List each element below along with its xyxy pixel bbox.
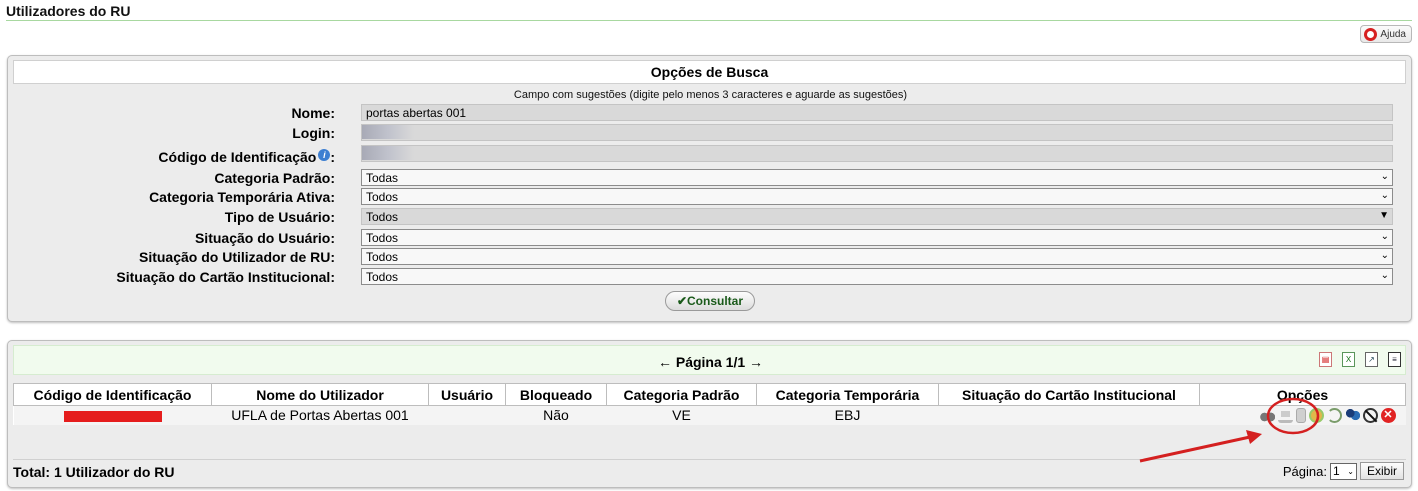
- check-icon: ✔: [676, 294, 688, 308]
- no-card-icon[interactable]: [1362, 407, 1378, 423]
- results-panel: ← Página 1/1 → ▤ X ↗ ≡ Código de Identif…: [7, 340, 1412, 488]
- table-row: UFLA de Portas Abertas 001 Não VE EBJ ✕: [13, 405, 1406, 425]
- col-nome: Nome do Utilizador: [211, 383, 429, 406]
- pagination-text[interactable]: ← Página 1/1 →: [14, 354, 1407, 370]
- users-icon[interactable]: [1344, 407, 1360, 423]
- col-opcoes: Opções: [1199, 383, 1406, 406]
- col-codigo: Código de Identificação: [13, 383, 212, 406]
- situacao-usuario-label: Situação do Usuário:: [194, 230, 335, 246]
- binoculars-icon[interactable]: [1259, 407, 1275, 423]
- excel-icon[interactable]: X: [1342, 352, 1355, 367]
- consultar-button[interactable]: ✔Consultar: [665, 291, 755, 311]
- page-selector: Página: 1 ⌄ Exibir: [1283, 462, 1404, 480]
- card-icon[interactable]: [1295, 407, 1306, 423]
- cell-categoria-temporaria: EBJ: [756, 405, 939, 425]
- row-situacao-utilizador: Situação do Utilizador de RU: Todos ⌄: [8, 248, 1413, 266]
- categoria-temporaria-select[interactable]: Todos ⌄: [361, 188, 1393, 205]
- chevron-down-icon: ⌄: [1347, 466, 1354, 476]
- cell-codigo: [13, 405, 212, 425]
- row-categoria-temporaria: Categoria Temporária Ativa: Todos ⌄: [8, 188, 1413, 206]
- categoria-padrao-label: Categoria Padrão:: [214, 170, 335, 186]
- chevron-down-icon: ⌄: [1380, 190, 1389, 201]
- situacao-cartao-label: Situação do Cartão Institucional:: [116, 269, 335, 285]
- situacao-utilizador-label: Situação do Utilizador de RU:: [138, 249, 335, 265]
- cell-categoria-padrao: VE: [606, 405, 757, 425]
- codigo-label: Código de Identificação i:: [158, 149, 335, 165]
- page-title: Utilizadores do RU: [6, 3, 131, 19]
- row-nome: Nome: portas abertas 001: [8, 104, 1413, 122]
- title-divider: [6, 20, 1412, 21]
- categoria-padrao-select[interactable]: Todas ⌄: [361, 169, 1393, 186]
- login-label: Login:: [292, 125, 335, 141]
- nome-label: Nome:: [291, 105, 335, 121]
- cell-usuario: [428, 405, 506, 425]
- results-divider: [13, 459, 1406, 460]
- pdf-icon[interactable]: ▤: [1319, 352, 1332, 367]
- col-usuario: Usuário: [428, 383, 506, 406]
- row-tipo-usuario: Tipo de Usuário: Todos ▼: [8, 208, 1413, 226]
- total-count: Total: 1 Utilizador do RU: [13, 464, 175, 480]
- results-header: ← Página 1/1 → ▤ X ↗ ≡: [13, 345, 1406, 375]
- chevron-down-icon: ⌄: [1380, 250, 1389, 261]
- page-select[interactable]: 1 ⌄: [1329, 462, 1357, 480]
- delete-icon[interactable]: ✕: [1380, 407, 1396, 423]
- redaction-bar: [63, 411, 162, 423]
- cart-icon[interactable]: [1277, 407, 1293, 423]
- col-categoria-padrao: Categoria Padrão: [606, 383, 757, 406]
- help-button[interactable]: Ajuda: [1360, 25, 1412, 43]
- results-table: Código de Identificação Nome do Utilizad…: [13, 383, 1406, 425]
- dropdown-arrow-icon: ▼: [1379, 210, 1389, 221]
- nome-input[interactable]: portas abertas 001: [361, 104, 1393, 121]
- row-situacao-cartao: Situação do Cartão Institucional: Todos ⌄: [8, 268, 1413, 286]
- cell-nome: UFLA de Portas Abertas 001: [211, 405, 429, 425]
- chevron-down-icon: ⌄: [1380, 270, 1389, 281]
- money-icon[interactable]: [1308, 407, 1324, 423]
- search-caption: Opções de Busca: [13, 60, 1406, 84]
- tipo-usuario-label: Tipo de Usuário:: [224, 209, 335, 225]
- exibir-button[interactable]: Exibir: [1359, 462, 1404, 480]
- row-categoria-padrao: Categoria Padrão: Todas ⌄: [8, 169, 1413, 187]
- categoria-temporaria-label: Categoria Temporária Ativa:: [149, 189, 335, 205]
- chart-icon[interactable]: ↗: [1365, 352, 1378, 367]
- page-label: Página:: [1282, 463, 1327, 479]
- col-situacao-cartao: Situação do Cartão Institucional: [938, 383, 1200, 406]
- cell-opcoes: ✕: [1199, 405, 1406, 425]
- info-icon[interactable]: i: [318, 149, 331, 161]
- row-situacao-usuario: Situação do Usuário: Todos ⌄: [8, 229, 1413, 247]
- situacao-cartao-select[interactable]: Todos ⌄: [361, 268, 1393, 285]
- table-header-row: Código de Identificação Nome do Utilizad…: [13, 383, 1406, 406]
- chevron-down-icon: ⌄: [1380, 231, 1389, 242]
- chevron-down-icon: ⌄: [1380, 171, 1389, 182]
- cell-situacao-cartao: [938, 405, 1200, 425]
- search-options-panel: Opções de Busca Campo com sugestões (dig…: [7, 55, 1412, 322]
- row-codigo: Código de Identificação i:: [8, 145, 1413, 165]
- row-login: Login:: [8, 124, 1413, 142]
- lifebuoy-icon: [1364, 27, 1378, 41]
- export-toolbar: ▤ X ↗ ≡: [1319, 352, 1401, 367]
- cell-bloqueado: Não: [505, 405, 607, 425]
- codigo-input[interactable]: [361, 145, 1393, 162]
- situacao-usuario-select[interactable]: Todos ⌄: [361, 229, 1393, 246]
- suggestion-hint: Campo com sugestões (digite pelo menos 3…: [513, 89, 908, 101]
- col-categoria-temporaria: Categoria Temporária: [756, 383, 939, 406]
- refresh-icon[interactable]: [1326, 407, 1342, 423]
- col-bloqueado: Bloqueado: [505, 383, 607, 406]
- document-icon[interactable]: ≡: [1388, 352, 1401, 367]
- help-label: Ajuda: [1380, 28, 1406, 40]
- situacao-utilizador-select[interactable]: Todos ⌄: [361, 248, 1393, 265]
- login-input[interactable]: [361, 124, 1393, 141]
- tipo-usuario-select[interactable]: Todos ▼: [361, 208, 1393, 225]
